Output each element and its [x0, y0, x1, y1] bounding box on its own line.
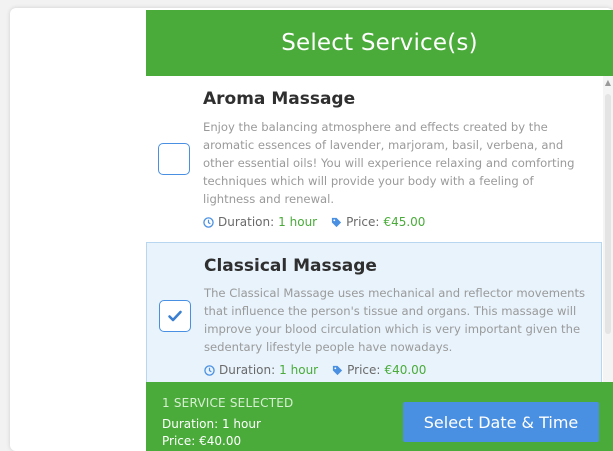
service-checkbox-checked[interactable]	[159, 300, 191, 332]
scrollbar-thumb[interactable]	[605, 94, 611, 334]
duration-label: Duration:	[218, 215, 275, 229]
scroll-up-arrow-icon[interactable]: ▲	[603, 78, 613, 88]
service-meta: Duration: 1 hour Price: €40.00	[204, 363, 426, 377]
service-description: Enjoy the balancing atmosphere and effec…	[203, 120, 575, 206]
tag-icon	[332, 365, 343, 376]
clock-icon	[203, 216, 214, 228]
price-label: Price:	[347, 363, 381, 377]
selection-summary-footer: 1 SERVICE SELECTED Duration: 1 hour Pric…	[146, 382, 613, 451]
duration-value: 1 hour	[278, 215, 318, 229]
service-name: Classical Massage	[204, 256, 377, 276]
modal-header: Select Service(s)	[146, 10, 613, 76]
service-name: Aroma Massage	[203, 89, 356, 109]
tag-icon	[331, 217, 342, 228]
service-item-aroma-massage[interactable]: Aroma Massage Enjoy the balancing atmosp…	[146, 76, 602, 241]
service-item-classical-massage[interactable]: Classical Massage The Classical Massage …	[146, 242, 602, 392]
selected-count: 1 SERVICE SELECTED	[162, 396, 294, 410]
total-price: Price: €40.00	[162, 434, 242, 448]
modal-title: Select Service(s)	[281, 30, 478, 56]
checkmark-icon	[168, 310, 182, 322]
service-description: The Classical Massage uses mechanical an…	[204, 286, 586, 354]
price-label: Price:	[346, 215, 380, 229]
price-value: €40.00	[384, 363, 427, 377]
select-date-time-button[interactable]: Select Date & Time	[403, 402, 599, 442]
clock-icon	[204, 364, 215, 376]
price-value: €45.00	[383, 215, 426, 229]
duration-value: 1 hour	[279, 363, 319, 377]
service-checkbox[interactable]	[158, 143, 190, 175]
service-meta: Duration: 1 hour Price: €45.00	[203, 215, 425, 229]
duration-label: Duration:	[219, 363, 276, 377]
service-selection-modal: Select Service(s) Aroma Massage Enjoy th…	[146, 10, 613, 451]
total-duration: Duration: 1 hour	[162, 417, 261, 431]
